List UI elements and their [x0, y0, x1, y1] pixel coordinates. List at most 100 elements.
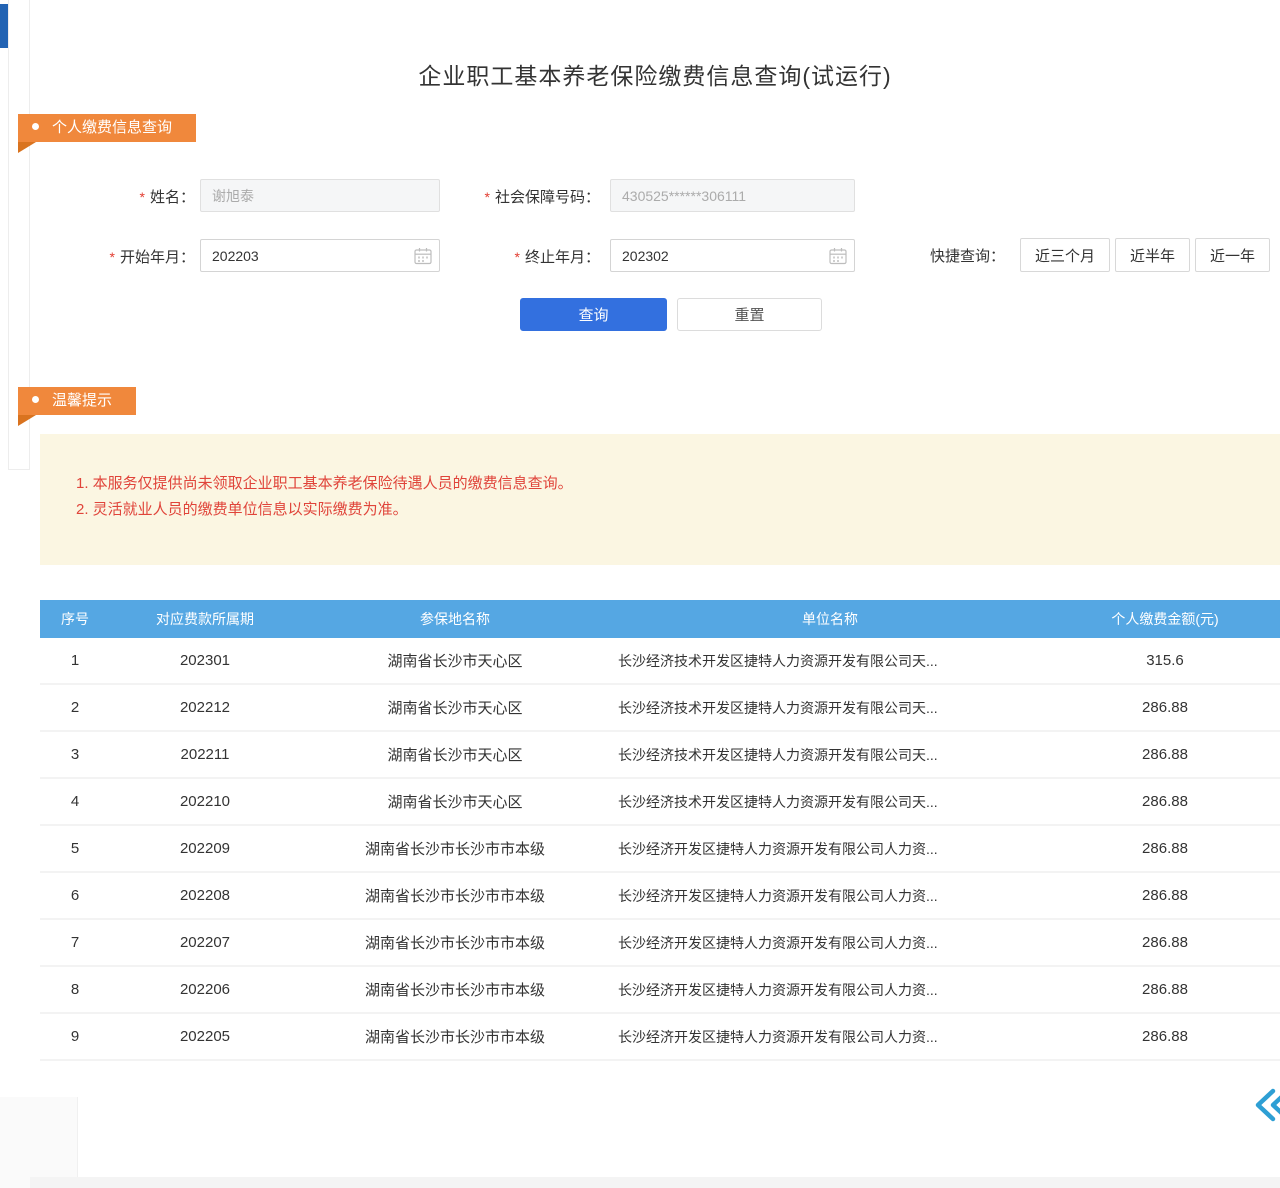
reset-button[interactable]: 重置 — [677, 298, 822, 331]
end-month-label: * 终止年月： — [440, 247, 600, 267]
table-cell: 湖南省长沙市长沙市市本级 — [300, 920, 610, 967]
name-field[interactable] — [200, 179, 440, 212]
table-cell: 湖南省长沙市天心区 — [300, 732, 610, 779]
table-cell: 2 — [40, 685, 110, 732]
header-index: 序号 — [40, 600, 110, 638]
header-location: 参保地名称 — [300, 600, 610, 638]
required-mark: * — [140, 189, 145, 205]
table-row: 2202212湖南省长沙市天心区长沙经济技术开发区捷特人力资源开发有限公司天..… — [40, 685, 1280, 732]
table-row: 1202301湖南省长沙市天心区长沙经济技术开发区捷特人力资源开发有限公司天..… — [40, 638, 1280, 685]
table-row: 3202211湖南省长沙市天心区长沙经济技术开发区捷特人力资源开发有限公司天..… — [40, 732, 1280, 779]
table-cell: 湖南省长沙市长沙市市本级 — [300, 967, 610, 1014]
start-month-label-text: 开始年月： — [120, 249, 195, 266]
notice-box: 1. 本服务仅提供尚未领取企业职工基本养老保险待遇人员的缴费信息查询。 2. 灵… — [40, 434, 1280, 565]
start-month-label: * 开始年月： — [80, 247, 195, 267]
header-period: 对应费款所属期 — [110, 600, 300, 638]
table-row: 8202206湖南省长沙市长沙市市本级长沙经济开发区捷特人力资源开发有限公司人力… — [40, 967, 1280, 1014]
table-cell: 202205 — [110, 1014, 300, 1061]
ssn-label-text: 社会保障号码： — [495, 189, 600, 206]
page-background-corner — [0, 1097, 78, 1188]
section-ribbon-query-label: 个人缴费信息查询 — [52, 119, 172, 136]
quick-query-half-year-button[interactable]: 近半年 — [1115, 238, 1190, 272]
table-cell: 湖南省长沙市天心区 — [300, 779, 610, 826]
table-cell: 长沙经济开发区捷特人力资源开发有限公司人力资... — [610, 873, 1050, 920]
required-mark: * — [485, 189, 490, 205]
table-cell: 长沙经济开发区捷特人力资源开发有限公司人力资... — [610, 920, 1050, 967]
table-cell: 湖南省长沙市天心区 — [300, 638, 610, 685]
table-cell: 4 — [40, 779, 110, 826]
table-row: 9202205湖南省长沙市长沙市市本级长沙经济开发区捷特人力资源开发有限公司人力… — [40, 1014, 1280, 1061]
calendar-icon[interactable] — [829, 247, 847, 265]
table-cell: 8 — [40, 967, 110, 1014]
table-cell: 长沙经济技术开发区捷特人力资源开发有限公司天... — [610, 732, 1050, 779]
query-button[interactable]: 查询 — [520, 298, 667, 331]
table-cell: 长沙经济技术开发区捷特人力资源开发有限公司天... — [610, 638, 1050, 685]
table-cell: 长沙经济开发区捷特人力资源开发有限公司人力资... — [610, 826, 1050, 873]
table-cell: 286.88 — [1050, 967, 1280, 1014]
table-cell: 5 — [40, 826, 110, 873]
table-cell: 202301 — [110, 638, 300, 685]
table-cell: 315.6 — [1050, 638, 1280, 685]
table-cell: 长沙经济开发区捷特人力资源开发有限公司人力资... — [610, 1014, 1050, 1061]
table-cell: 湖南省长沙市长沙市市本级 — [300, 826, 610, 873]
table-cell: 286.88 — [1050, 826, 1280, 873]
section-ribbon-tips: 温馨提示 — [18, 387, 136, 415]
end-month-field[interactable] — [610, 239, 855, 272]
page-title: 企业职工基本养老保险缴费信息查询(试运行) — [30, 57, 1280, 91]
table-cell: 湖南省长沙市天心区 — [300, 685, 610, 732]
header-amount: 个人缴费金额(元) — [1050, 600, 1280, 638]
table-cell: 286.88 — [1050, 685, 1280, 732]
section-ribbon-query: 个人缴费信息查询 — [18, 114, 196, 142]
calendar-icon[interactable] — [414, 247, 432, 265]
table-cell: 286.88 — [1050, 732, 1280, 779]
name-label: * 姓名： — [80, 187, 195, 207]
ssn-field[interactable] — [610, 179, 855, 212]
table-cell: 长沙经济开发区捷特人力资源开发有限公司人力资... — [610, 967, 1050, 1014]
notice-line-2: 2. 灵活就业人员的缴费单位信息以实际缴费为准。 — [76, 497, 1280, 523]
table-cell: 1 — [40, 638, 110, 685]
section-ribbon-tips-label: 温馨提示 — [52, 392, 112, 409]
table-row: 7202207湖南省长沙市长沙市市本级长沙经济开发区捷特人力资源开发有限公司人力… — [40, 920, 1280, 967]
table-row: 5202209湖南省长沙市长沙市市本级长沙经济开发区捷特人力资源开发有限公司人力… — [40, 826, 1280, 873]
table-cell: 202206 — [110, 967, 300, 1014]
required-mark: * — [110, 249, 115, 265]
bullet-dot — [32, 396, 39, 403]
start-month-field[interactable] — [200, 239, 440, 272]
table-cell: 202207 — [110, 920, 300, 967]
name-label-text: 姓名： — [150, 189, 195, 206]
table-cell: 202209 — [110, 826, 300, 873]
payments-table-body: 1202301湖南省长沙市天心区长沙经济技术开发区捷特人力资源开发有限公司天..… — [40, 638, 1280, 1061]
table-header-row: 序号 对应费款所属期 参保地名称 单位名称 个人缴费金额(元) — [40, 600, 1280, 638]
table-cell: 202211 — [110, 732, 300, 779]
pension-query-page: { "title": "企业职工基本养老保险缴费信息查询(试运行)", "rib… — [0, 0, 1280, 1188]
table-cell: 湖南省长沙市长沙市市本级 — [300, 873, 610, 920]
table-cell: 湖南省长沙市长沙市市本级 — [300, 1014, 610, 1061]
quick-query-1-year-button[interactable]: 近一年 — [1195, 238, 1270, 272]
table-cell: 286.88 — [1050, 873, 1280, 920]
table-cell: 286.88 — [1050, 1014, 1280, 1061]
notice-line-1: 1. 本服务仅提供尚未领取企业职工基本养老保险待遇人员的缴费信息查询。 — [76, 471, 1280, 497]
table-cell: 202210 — [110, 779, 300, 826]
table-row: 6202208湖南省长沙市长沙市市本级长沙经济开发区捷特人力资源开发有限公司人力… — [40, 873, 1280, 920]
table-cell: 286.88 — [1050, 920, 1280, 967]
bullet-dot — [32, 123, 39, 130]
end-month-label-text: 终止年月： — [525, 249, 600, 266]
table-cell: 长沙经济技术开发区捷特人力资源开发有限公司天... — [610, 779, 1050, 826]
table-row: 4202210湖南省长沙市天心区长沙经济技术开发区捷特人力资源开发有限公司天..… — [40, 779, 1280, 826]
quick-query-label: 快捷查询： — [930, 247, 1015, 267]
table-cell: 286.88 — [1050, 779, 1280, 826]
table-cell: 7 — [40, 920, 110, 967]
required-mark: * — [515, 249, 520, 265]
table-cell: 6 — [40, 873, 110, 920]
table-cell: 3 — [40, 732, 110, 779]
table-cell: 长沙经济技术开发区捷特人力资源开发有限公司天... — [610, 685, 1050, 732]
ssn-label: * 社会保障号码： — [440, 187, 600, 207]
table-cell: 202212 — [110, 685, 300, 732]
quick-query-3-months-button[interactable]: 近三个月 — [1020, 238, 1110, 272]
payments-table: 序号 对应费款所属期 参保地名称 单位名称 个人缴费金额(元) 1202301湖… — [40, 600, 1280, 1061]
table-cell: 9 — [40, 1014, 110, 1061]
quick-query-group: 近三个月 近半年 近一年 — [1020, 238, 1270, 272]
header-company: 单位名称 — [610, 600, 1050, 638]
double-chevron-left-icon[interactable] — [1252, 1085, 1280, 1125]
table-cell: 202208 — [110, 873, 300, 920]
